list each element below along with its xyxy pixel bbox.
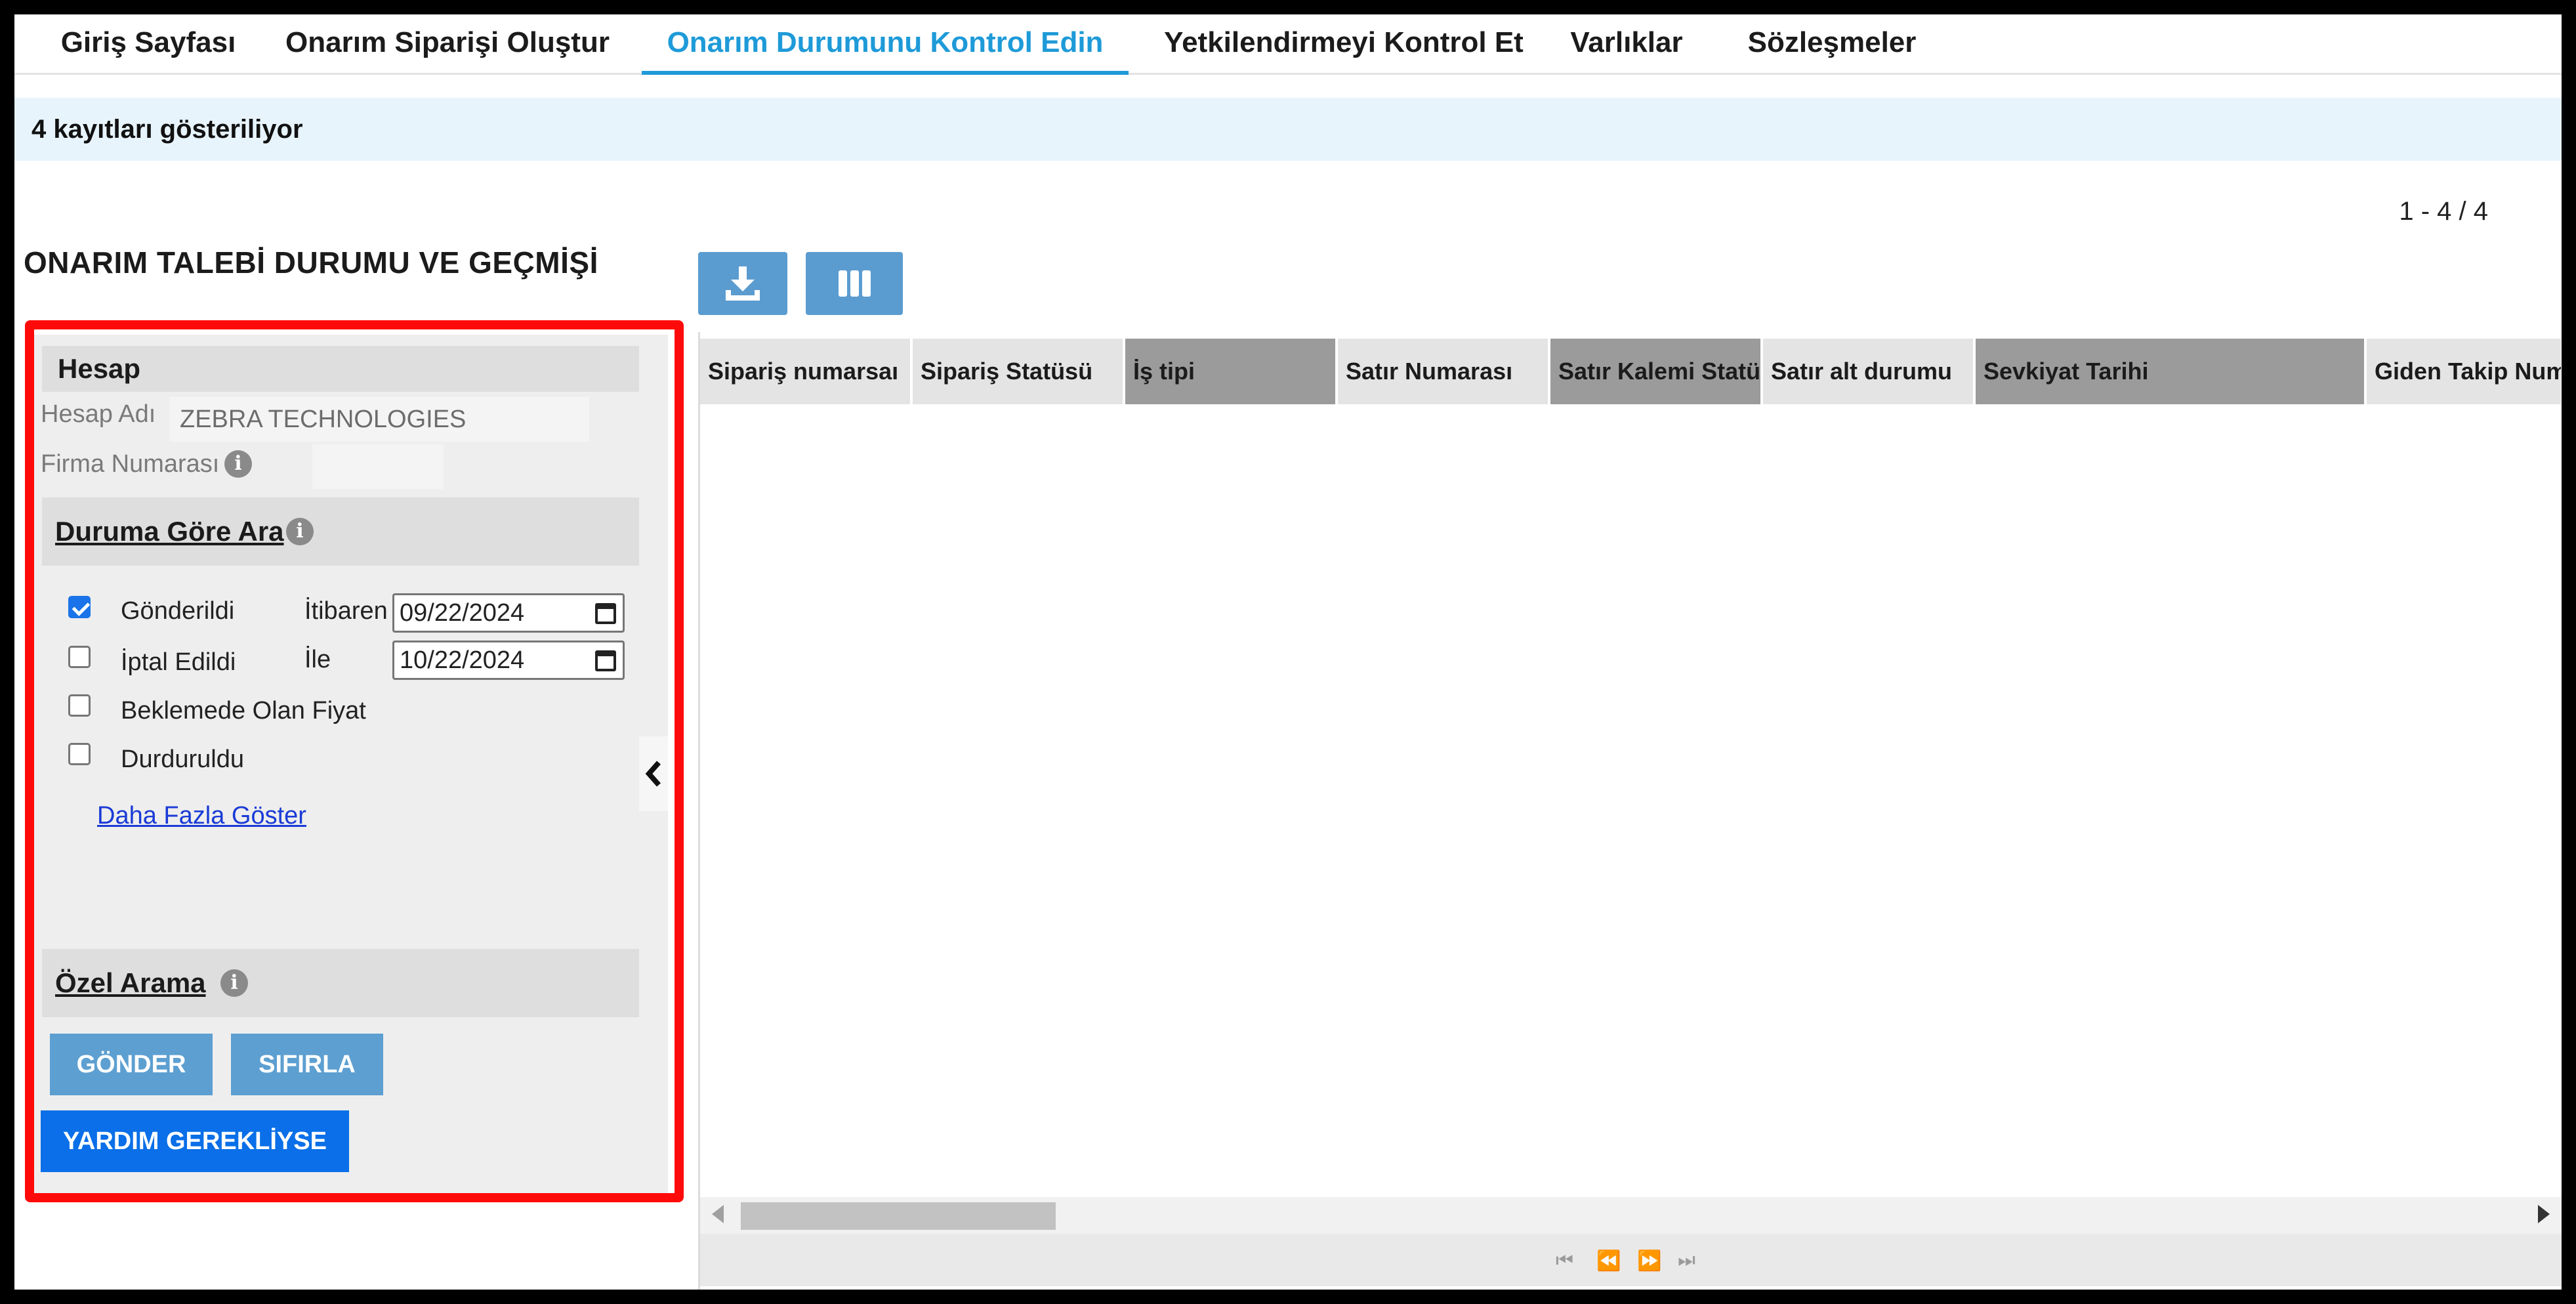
nav-create-repair-order[interactable]: Onarım Siparişi Oluştur [277, 14, 618, 75]
custom-search-title[interactable]: Özel Arama [55, 949, 206, 1017]
col-order-number[interactable]: Sipariş numarsaı [700, 339, 913, 404]
company-number-value [312, 444, 444, 489]
col-outbound-tracking[interactable]: Giden Takip Numarası [2367, 339, 2562, 404]
submit-button[interactable]: GÖNDER [50, 1034, 213, 1095]
calendar-icon[interactable] [595, 603, 616, 624]
grid-pager: ⏮ ⏪ ⏩ ⏭ [700, 1234, 2562, 1286]
records-banner: 4 kayıtları gösteriliyor [14, 98, 2562, 161]
col-shipment-date[interactable]: Sevkiyat Tarihi [1976, 339, 2367, 404]
app-window: Giriş Sayfası Onarım Siparişi Oluştur On… [14, 14, 2562, 1290]
from-date-input[interactable]: 09/22/2024 [392, 593, 625, 633]
checkbox-stopped-label: Durduruldu [121, 746, 244, 773]
company-number-info-icon[interactable]: i [224, 450, 252, 478]
account-section-title: Hesap [58, 353, 141, 384]
download-button[interactable] [698, 252, 787, 315]
account-section-header: Hesap [42, 346, 639, 392]
last-page-icon[interactable]: ⏭ [1678, 1250, 1695, 1272]
nav-home[interactable]: Giriş Sayfası [50, 14, 247, 75]
columns-icon [839, 270, 871, 297]
grid-header-row: Sipariş numarsaı Sipariş Statüsü İş tipi… [700, 339, 2562, 404]
scroll-right-arrow[interactable] [2538, 1205, 2550, 1223]
nav-check-repair-status[interactable]: Onarım Durumunu Kontrol Edin [642, 14, 1129, 75]
scroll-left-arrow[interactable] [712, 1205, 724, 1223]
to-date-value: 10/22/2024 [400, 646, 525, 674]
checkbox-pending-price[interactable] [68, 694, 91, 717]
custom-search-header: Özel Arama i [42, 949, 639, 1017]
checkbox-cancelled-label: İptal Edildi [121, 648, 236, 676]
scrollbar-thumb[interactable] [741, 1202, 1056, 1230]
prev-page-icon[interactable]: ⏪ [1596, 1250, 1621, 1272]
collapse-panel-toggle[interactable] [639, 736, 668, 811]
horizontal-scrollbar[interactable] [700, 1197, 2562, 1234]
to-date-input[interactable]: 10/22/2024 [392, 641, 625, 680]
col-order-status[interactable]: Sipariş Statüsü [913, 339, 1125, 404]
help-button[interactable]: YARDIM GEREKLİYSE [41, 1110, 349, 1172]
next-page-icon[interactable]: ⏩ [1637, 1250, 1661, 1272]
chevron-left-icon [645, 761, 661, 787]
show-more-link[interactable]: Daha Fazla Göster [97, 802, 306, 830]
col-job-type[interactable]: İş tipi [1125, 339, 1338, 404]
checkbox-pending-price-label: Beklemede Olan Fiyat [121, 697, 366, 725]
custom-search-info-icon[interactable]: i [220, 969, 248, 997]
nav-check-authorization[interactable]: Yetkilendirmeyi Kontrol Et [1160, 14, 1527, 75]
calendar-icon[interactable] [595, 650, 616, 671]
checkbox-cancelled[interactable] [68, 646, 91, 668]
col-line-item-status[interactable]: Satır Kalemi Statüsü [1550, 339, 1763, 404]
records-count-text: 4 kayıtları gösteriliyor [31, 115, 303, 144]
status-search-info-icon[interactable]: i [286, 518, 314, 545]
status-search-header: Duruma Göre Ara i [42, 497, 639, 566]
from-date-label: İtibaren [304, 597, 388, 625]
checkbox-stopped[interactable] [68, 743, 91, 765]
checkbox-sent[interactable] [68, 596, 91, 618]
status-search-title[interactable]: Duruma Göre Ara [55, 497, 284, 566]
to-date-label: İle [304, 646, 331, 673]
nav-assets[interactable]: Varlıklar [1552, 14, 1701, 75]
results-grid: Sipariş numarsaı Sipariş Statüsü İş tipi… [698, 332, 2562, 1290]
page-title: ONARIM TALEBİ DURUMU VE GEÇMİŞİ [24, 245, 598, 280]
nav-contracts[interactable]: Sözleşmeler [1734, 14, 1930, 75]
col-line-number[interactable]: Satır Numarası [1338, 339, 1550, 404]
account-name-label: Hesap Adı [41, 400, 156, 428]
top-nav: Giriş Sayfası Onarım Siparişi Oluştur On… [14, 14, 2562, 75]
checkbox-sent-label: Gönderildi [121, 597, 235, 625]
account-name-value: ZEBRA TECHNOLOGIES [169, 397, 589, 442]
from-date-value: 09/22/2024 [400, 599, 525, 627]
columns-button[interactable] [806, 252, 903, 315]
col-line-sub-status[interactable]: Satır alt durumu [1763, 339, 1976, 404]
company-number-label: Firma Numarası [41, 450, 220, 478]
pager-count: 1 - 4 / 4 [2399, 197, 2488, 226]
first-page-icon[interactable]: ⏮ [1556, 1250, 1573, 1272]
reset-button[interactable]: SIFIRLA [231, 1034, 383, 1095]
download-icon [726, 266, 760, 301]
